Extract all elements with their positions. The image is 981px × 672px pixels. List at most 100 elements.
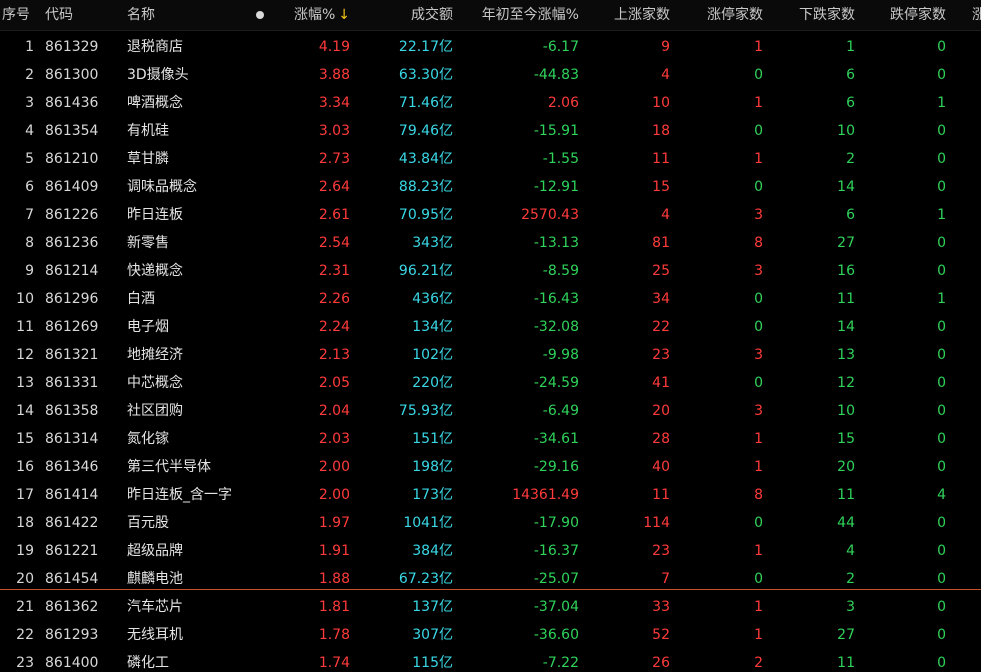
table-row[interactable]: 7 861226 昨日连板 2.61 70.95亿 2570.43 4 3 6 1 xyxy=(0,201,981,229)
table-row[interactable]: 12 861321 地摊经济 2.13 102亿 -9.98 23 3 13 0 xyxy=(0,341,981,369)
cell-code: 861221 xyxy=(45,543,99,559)
cell-name: 调味品概念 xyxy=(127,179,197,195)
cell-down-count: 15 xyxy=(837,431,855,447)
cell-volume: 220亿 xyxy=(412,375,453,391)
cell-ytd-pct: -12.91 xyxy=(533,179,579,195)
cell-limit-down-count: 4 xyxy=(937,487,946,503)
cell-change-pct: 3.34 xyxy=(318,95,350,111)
table-row[interactable]: 19 861221 超级品牌 1.91 384亿 -16.37 23 1 4 0 xyxy=(0,537,981,565)
cell-volume: 88.23亿 xyxy=(398,179,453,195)
cell-change-pct: 2.24 xyxy=(318,319,350,335)
table-row[interactable]: 14 861358 社区团购 2.04 75.93亿 -6.49 20 3 10 0 xyxy=(0,397,981,425)
cell-ytd-pct: -16.43 xyxy=(533,291,579,307)
cell-index: 7 xyxy=(25,207,34,223)
cell-code: 861314 xyxy=(45,431,99,447)
cell-down-count: 6 xyxy=(846,67,855,83)
cell-volume: 436亿 xyxy=(412,291,453,307)
cell-change-pct: 3.88 xyxy=(318,67,350,83)
cell-limit-up-count: 3 xyxy=(754,207,763,223)
cell-volume: 1041亿 xyxy=(403,515,453,531)
table-row[interactable]: 23 861400 磷化工 1.74 115亿 -7.22 26 2 11 0 xyxy=(0,649,981,672)
cell-change-pct: 2.00 xyxy=(318,459,350,475)
cell-ytd-pct: -29.16 xyxy=(533,459,579,475)
cell-index: 4 xyxy=(25,123,34,139)
table-row[interactable]: 11 861269 电子烟 2.24 134亿 -32.08 22 0 14 0 xyxy=(0,313,981,341)
cell-name: 快递概念 xyxy=(127,263,183,279)
cell-up-count: 11 xyxy=(652,487,670,503)
header-more-column[interactable]: 涨 xyxy=(972,0,981,30)
cell-volume: 137亿 xyxy=(412,599,453,615)
table-row[interactable]: 17 861414 昨日连板_含一字 2.00 173亿 14361.49 11 8 11 4 xyxy=(0,481,981,509)
cell-code: 861400 xyxy=(45,655,99,671)
cell-up-count: 9 xyxy=(661,39,670,55)
header-up-count[interactable]: 上涨家数 xyxy=(580,0,670,30)
table-row[interactable]: 15 861314 氮化镓 2.03 151亿 -34.61 28 1 15 0 xyxy=(0,425,981,453)
table-row[interactable]: 2 861300 3D摄像头 3.88 63.30亿 -44.83 4 0 6 0 xyxy=(0,61,981,89)
table-row[interactable]: 16 861346 第三代半导体 2.00 198亿 -29.16 40 1 20 0 xyxy=(0,453,981,481)
cell-limit-up-count: 3 xyxy=(754,403,763,419)
table-row[interactable]: 9 861214 快递概念 2.31 96.21亿 -8.59 25 3 16 0 xyxy=(0,257,981,285)
cell-index: 17 xyxy=(16,487,34,503)
cell-limit-down-count: 0 xyxy=(937,599,946,615)
cell-ytd-pct: -6.49 xyxy=(542,403,579,419)
table-row[interactable]: 5 861210 草甘膦 2.73 43.84亿 -1.55 11 1 2 0 xyxy=(0,145,981,173)
cell-up-count: 52 xyxy=(652,627,670,643)
cell-index: 11 xyxy=(16,319,34,335)
cell-ytd-pct: -34.61 xyxy=(533,431,579,447)
cell-name: 退税商店 xyxy=(127,39,183,55)
cell-name: 3D摄像头 xyxy=(127,67,189,83)
table-row[interactable]: 4 861354 有机硅 3.03 79.46亿 -15.91 18 0 10 0 xyxy=(0,117,981,145)
header-code[interactable]: 代码 xyxy=(45,0,120,30)
cell-change-pct: 4.19 xyxy=(318,39,350,55)
table-row[interactable]: 6 861409 调味品概念 2.64 88.23亿 -12.91 15 0 14 0 xyxy=(0,173,981,201)
cell-up-count: 18 xyxy=(652,123,670,139)
cell-ytd-pct: -24.59 xyxy=(533,375,579,391)
cell-name: 地摊经济 xyxy=(127,347,183,363)
cell-limit-down-count: 0 xyxy=(937,543,946,559)
cell-down-count: 10 xyxy=(837,123,855,139)
header-limit-up-count[interactable]: 涨停家数 xyxy=(675,0,763,30)
header-limit-down-count[interactable]: 跌停家数 xyxy=(862,0,946,30)
cell-down-count: 27 xyxy=(837,235,855,251)
header-ytd-pct[interactable]: 年初至今涨幅% xyxy=(462,0,579,30)
cell-down-count: 4 xyxy=(846,543,855,559)
cell-limit-down-count: 0 xyxy=(937,263,946,279)
table-row[interactable]: 13 861331 中芯概念 2.05 220亿 -24.59 41 0 12 0 xyxy=(0,369,981,397)
cell-down-count: 14 xyxy=(837,319,855,335)
table-row[interactable]: 22 861293 无线耳机 1.78 307亿 -36.60 52 1 27 0 xyxy=(0,621,981,649)
cell-code: 861321 xyxy=(45,347,99,363)
cell-change-pct: 1.91 xyxy=(318,543,350,559)
cell-limit-up-count: 1 xyxy=(754,599,763,615)
table-row[interactable]: 1 861329 退税商店 4.19 22.17亿 -6.17 9 1 1 0 xyxy=(0,33,981,61)
cell-index: 13 xyxy=(16,375,34,391)
header-down-count[interactable]: 下跌家数 xyxy=(770,0,855,30)
cell-limit-up-count: 0 xyxy=(754,375,763,391)
table-row[interactable]: 10 861296 白酒 2.26 436亿 -16.43 34 0 11 1 xyxy=(0,285,981,313)
table-header: 序号 代码 名称 涨幅% ↓ 成交额 年初至今涨幅% 上涨家数 涨停家数 下跌家数… xyxy=(0,0,981,31)
cell-limit-up-count: 1 xyxy=(754,543,763,559)
table-row[interactable]: 21 861362 汽车芯片 1.81 137亿 -37.04 33 1 3 0 xyxy=(0,593,981,621)
table-row[interactable]: 8 861236 新零售 2.54 343亿 -13.13 81 8 27 0 xyxy=(0,229,981,257)
cell-name: 新零售 xyxy=(127,235,169,251)
cell-ytd-pct: -32.08 xyxy=(533,319,579,335)
cell-code: 861296 xyxy=(45,291,99,307)
cell-limit-up-count: 1 xyxy=(754,39,763,55)
cell-change-pct: 1.97 xyxy=(318,515,350,531)
header-change-pct[interactable]: 涨幅% ↓ xyxy=(270,0,350,30)
cell-change-pct: 2.04 xyxy=(318,403,350,419)
table-row[interactable]: 18 861422 百元股 1.97 1041亿 -17.90 114 0 44 0 xyxy=(0,509,981,537)
header-index[interactable]: 序号 xyxy=(2,0,36,30)
cell-limit-down-count: 0 xyxy=(937,627,946,643)
cell-name: 电子烟 xyxy=(127,319,169,335)
cell-index: 9 xyxy=(25,263,34,279)
page-divider xyxy=(0,589,981,590)
header-volume[interactable]: 成交额 xyxy=(355,0,453,30)
cell-limit-up-count: 0 xyxy=(754,515,763,531)
cell-limit-up-count: 2 xyxy=(754,655,763,671)
cell-name: 有机硅 xyxy=(127,123,169,139)
header-name[interactable]: 名称 xyxy=(127,0,277,30)
cell-limit-up-count: 1 xyxy=(754,431,763,447)
column-settings-dot-icon[interactable] xyxy=(256,11,264,19)
cell-up-count: 81 xyxy=(652,235,670,251)
table-row[interactable]: 3 861436 啤酒概念 3.34 71.46亿 2.06 10 1 6 1 xyxy=(0,89,981,117)
